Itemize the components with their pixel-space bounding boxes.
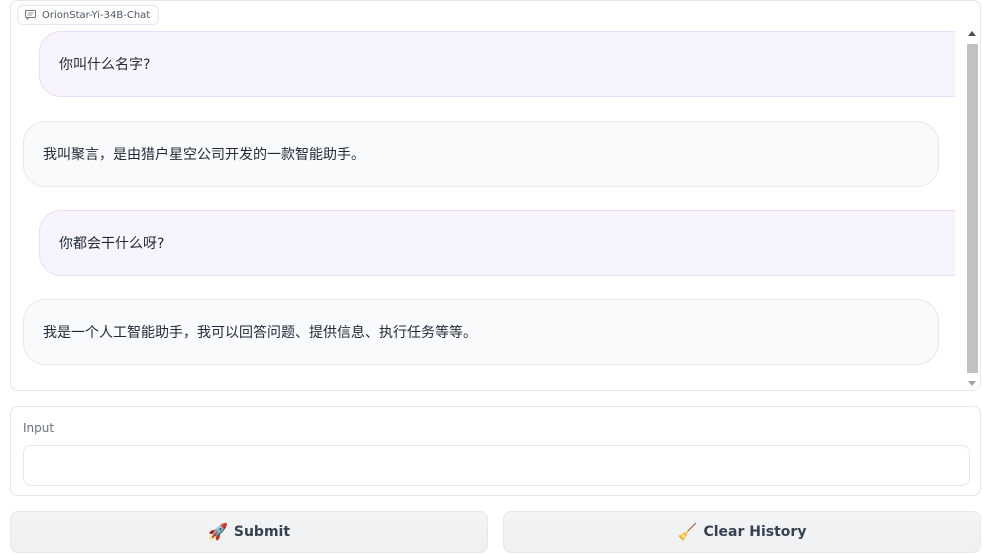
scroll-thumb[interactable] (967, 44, 978, 373)
rocket-icon: 🚀 (207, 522, 228, 541)
broom-icon: 🧹 (677, 522, 698, 541)
message-bot: 我是一个人工智能助手，我可以回答问题、提供信息、执行任务等等。 (23, 299, 939, 365)
message-user: 你都会干什么呀? (39, 210, 955, 276)
chat-icon (25, 10, 36, 20)
scroll-up-arrow-icon[interactable] (968, 31, 976, 36)
chatbot-label: OrionStar-Yi-34B-Chat (17, 5, 160, 25)
message-input[interactable] (23, 445, 970, 486)
chatbot-label-text: OrionStar-Yi-34B-Chat (42, 9, 151, 21)
clear-history-button-label: Clear History (703, 524, 807, 540)
submit-button-label: Submit (233, 524, 291, 540)
scroll-down-arrow-icon[interactable] (968, 381, 976, 386)
chatbot-panel: OrionStar-Yi-34B-Chat 你叫什么名字? 我叫聚言，是由猎户星… (10, 0, 981, 391)
message-text: 我叫聚言，是由猎户星空公司开发的一款智能助手。 (43, 147, 365, 163)
message-text: 你都会干什么呀? (59, 236, 165, 252)
input-block: Input (10, 406, 981, 496)
message-user: 你叫什么名字? (39, 31, 955, 97)
message-text: 我是一个人工智能助手，我可以回答问题、提供信息、执行任务等等。 (43, 325, 477, 341)
message-text: 你叫什么名字? (59, 57, 151, 73)
clear-history-button[interactable]: 🧹 Clear History (503, 511, 981, 553)
submit-button[interactable]: 🚀 Submit (10, 511, 488, 553)
message-list[interactable]: 你叫什么名字? 我叫聚言，是由猎户星空公司开发的一款智能助手。 你都会干什么呀?… (11, 1, 964, 390)
input-label: Input (23, 421, 55, 435)
chat-scrollbar[interactable] (965, 24, 979, 390)
message-bot: 我叫聚言，是由猎户星空公司开发的一款智能助手。 (23, 121, 939, 187)
